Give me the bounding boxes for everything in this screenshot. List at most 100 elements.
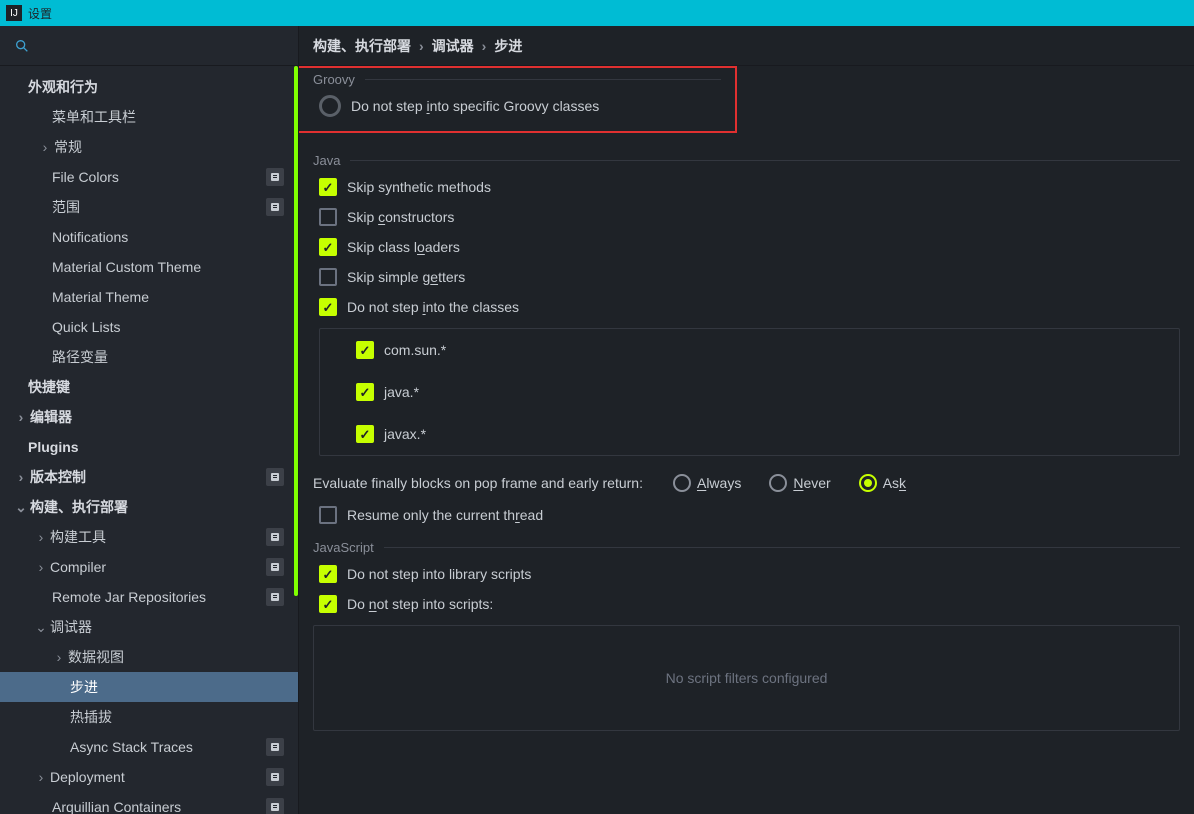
search-icon xyxy=(14,38,30,54)
sidebar-item[interactable]: ⌄构建、执行部署 xyxy=(0,492,298,522)
checkbox[interactable] xyxy=(319,178,337,196)
checkbox[interactable] xyxy=(356,425,374,443)
checkbox[interactable] xyxy=(319,565,337,583)
sidebar-item[interactable]: ›数据视图 xyxy=(0,642,298,672)
skip-getters-option[interactable]: Skip simple getters xyxy=(299,262,1194,292)
sidebar-item[interactable]: Plugins xyxy=(0,432,298,462)
sidebar-item[interactable]: Arquillian Containers xyxy=(0,792,298,814)
project-badge-icon xyxy=(266,798,284,814)
sidebar-item[interactable]: Notifications xyxy=(0,222,298,252)
checkbox[interactable] xyxy=(319,208,337,226)
sidebar-item-label: 版本控制 xyxy=(30,467,266,487)
sidebar-item-label: Remote Jar Repositories xyxy=(52,589,266,605)
sidebar-item[interactable]: ›构建工具 xyxy=(0,522,298,552)
sidebar-item-label: Plugins xyxy=(28,439,284,455)
skip-classloaders-option[interactable]: Skip class loaders xyxy=(299,232,1194,262)
project-badge-icon xyxy=(266,768,284,786)
sidebar-item-label: Material Theme xyxy=(52,289,284,305)
checkbox[interactable] xyxy=(356,341,374,359)
eval-radio-group: Always Never Ask xyxy=(673,474,906,492)
checkbox[interactable] xyxy=(319,238,337,256)
sidebar-item-label: Async Stack Traces xyxy=(70,739,266,755)
sidebar-item-label: 热插拔 xyxy=(70,707,284,727)
sidebar-item[interactable]: 外观和行为 xyxy=(0,72,298,102)
js-library-option[interactable]: Do not step into library scripts xyxy=(299,559,1194,589)
sidebar-item-label: 数据视图 xyxy=(68,647,284,667)
sidebar-item-label: Arquillian Containers xyxy=(52,799,266,814)
chevron-right-icon: › xyxy=(14,409,28,425)
section-javascript: JavaScript xyxy=(299,530,1194,559)
sidebar-item-label: 调试器 xyxy=(50,617,284,637)
sidebar-item[interactable]: Material Custom Theme xyxy=(0,252,298,282)
sidebar-item[interactable]: ›Compiler xyxy=(0,552,298,582)
sidebar-item[interactable]: File Colors xyxy=(0,162,298,192)
breadcrumb-item: 步进 xyxy=(494,36,522,56)
sidebar-item-label: 外观和行为 xyxy=(28,77,284,97)
checkbox[interactable] xyxy=(319,506,337,524)
sidebar-item[interactable]: ›Deployment xyxy=(0,762,298,792)
class-name: javax.* xyxy=(384,426,426,442)
resume-thread-option[interactable]: Resume only the current thread xyxy=(299,500,1194,530)
sidebar-item[interactable]: ›常规 xyxy=(0,132,298,162)
chevron-right-icon: › xyxy=(419,38,424,54)
option-label: Skip synthetic methods xyxy=(347,179,491,195)
sidebar-item[interactable]: ⌄调试器 xyxy=(0,612,298,642)
sidebar-item[interactable]: 路径变量 xyxy=(0,342,298,372)
no-step-classes-option[interactable]: Do not step into the classes xyxy=(299,292,1194,322)
breadcrumb-item: 构建、执行部署 xyxy=(313,36,411,56)
checkbox[interactable] xyxy=(319,268,337,286)
checkbox[interactable] xyxy=(319,298,337,316)
project-badge-icon xyxy=(266,198,284,216)
sidebar-item[interactable]: 快捷键 xyxy=(0,372,298,402)
project-badge-icon xyxy=(266,528,284,546)
js-scripts-option[interactable]: Do not step into scripts: xyxy=(299,589,1194,619)
class-filter-item[interactable]: javax.* xyxy=(320,413,1179,455)
radio-always[interactable]: Always xyxy=(673,474,741,492)
sidebar-item-label: 菜单和工具栏 xyxy=(52,107,284,127)
search-row[interactable] xyxy=(0,26,298,66)
sidebar-item[interactable]: 菜单和工具栏 xyxy=(0,102,298,132)
sidebar-item[interactable]: Quick Lists xyxy=(0,312,298,342)
skip-synthetic-option[interactable]: Skip synthetic methods xyxy=(299,172,1194,202)
checkbox[interactable] xyxy=(319,595,337,613)
radio-icon[interactable] xyxy=(769,474,787,492)
sidebar-item-label: File Colors xyxy=(52,169,266,185)
sidebar-item[interactable]: 热插拔 xyxy=(0,702,298,732)
window-title: 设置 xyxy=(28,5,52,22)
sidebar-item[interactable]: 步进 xyxy=(0,672,298,702)
sidebar-item[interactable]: Async Stack Traces xyxy=(0,732,298,762)
sidebar-item[interactable]: ›版本控制 xyxy=(0,462,298,492)
chevron-right-icon: › xyxy=(482,38,487,54)
radio-icon[interactable] xyxy=(673,474,691,492)
sidebar-item[interactable]: ›编辑器 xyxy=(0,402,298,432)
settings-panel: Groovy Do not step into specific Groovy … xyxy=(299,66,1194,814)
option-label: Skip class loaders xyxy=(347,239,460,255)
radio-ask[interactable]: Ask xyxy=(859,474,906,492)
settings-sidebar: 外观和行为菜单和工具栏 ›常规 File Colors 范围 Notifications… xyxy=(0,26,299,814)
sidebar-item[interactable]: Remote Jar Repositories xyxy=(0,582,298,612)
checkbox[interactable] xyxy=(356,383,374,401)
chevron-down-icon: ⌄ xyxy=(14,499,28,516)
section-java: Java xyxy=(299,143,1194,172)
chevron-right-icon: › xyxy=(34,769,48,785)
breadcrumb-item: 调试器 xyxy=(432,36,474,56)
project-badge-icon xyxy=(266,588,284,606)
groovy-step-into-option[interactable]: Do not step into specific Groovy classes xyxy=(299,91,735,121)
sidebar-item[interactable]: Material Theme xyxy=(0,282,298,312)
section-groovy: Groovy xyxy=(299,68,735,91)
checkbox[interactable] xyxy=(319,95,341,117)
sidebar-item[interactable]: 范围 xyxy=(0,192,298,222)
chevron-right-icon: › xyxy=(38,139,52,155)
radio-never[interactable]: Never xyxy=(769,474,830,492)
sidebar-item-label: 范围 xyxy=(52,197,266,217)
class-name: java.* xyxy=(384,384,419,400)
option-label: Do not step into library scripts xyxy=(347,566,531,582)
settings-tree: 外观和行为菜单和工具栏 ›常规 File Colors 范围 Notifications… xyxy=(0,66,298,814)
eval-label: Evaluate finally blocks on pop frame and… xyxy=(313,475,643,491)
class-filter-item[interactable]: java.* xyxy=(320,371,1179,413)
class-filter-item[interactable]: com.sun.* xyxy=(320,329,1179,371)
class-name: com.sun.* xyxy=(384,342,446,358)
radio-icon[interactable] xyxy=(859,474,877,492)
skip-constructors-option[interactable]: Skip constructors xyxy=(299,202,1194,232)
script-filters-empty: No script filters configured xyxy=(313,625,1180,731)
